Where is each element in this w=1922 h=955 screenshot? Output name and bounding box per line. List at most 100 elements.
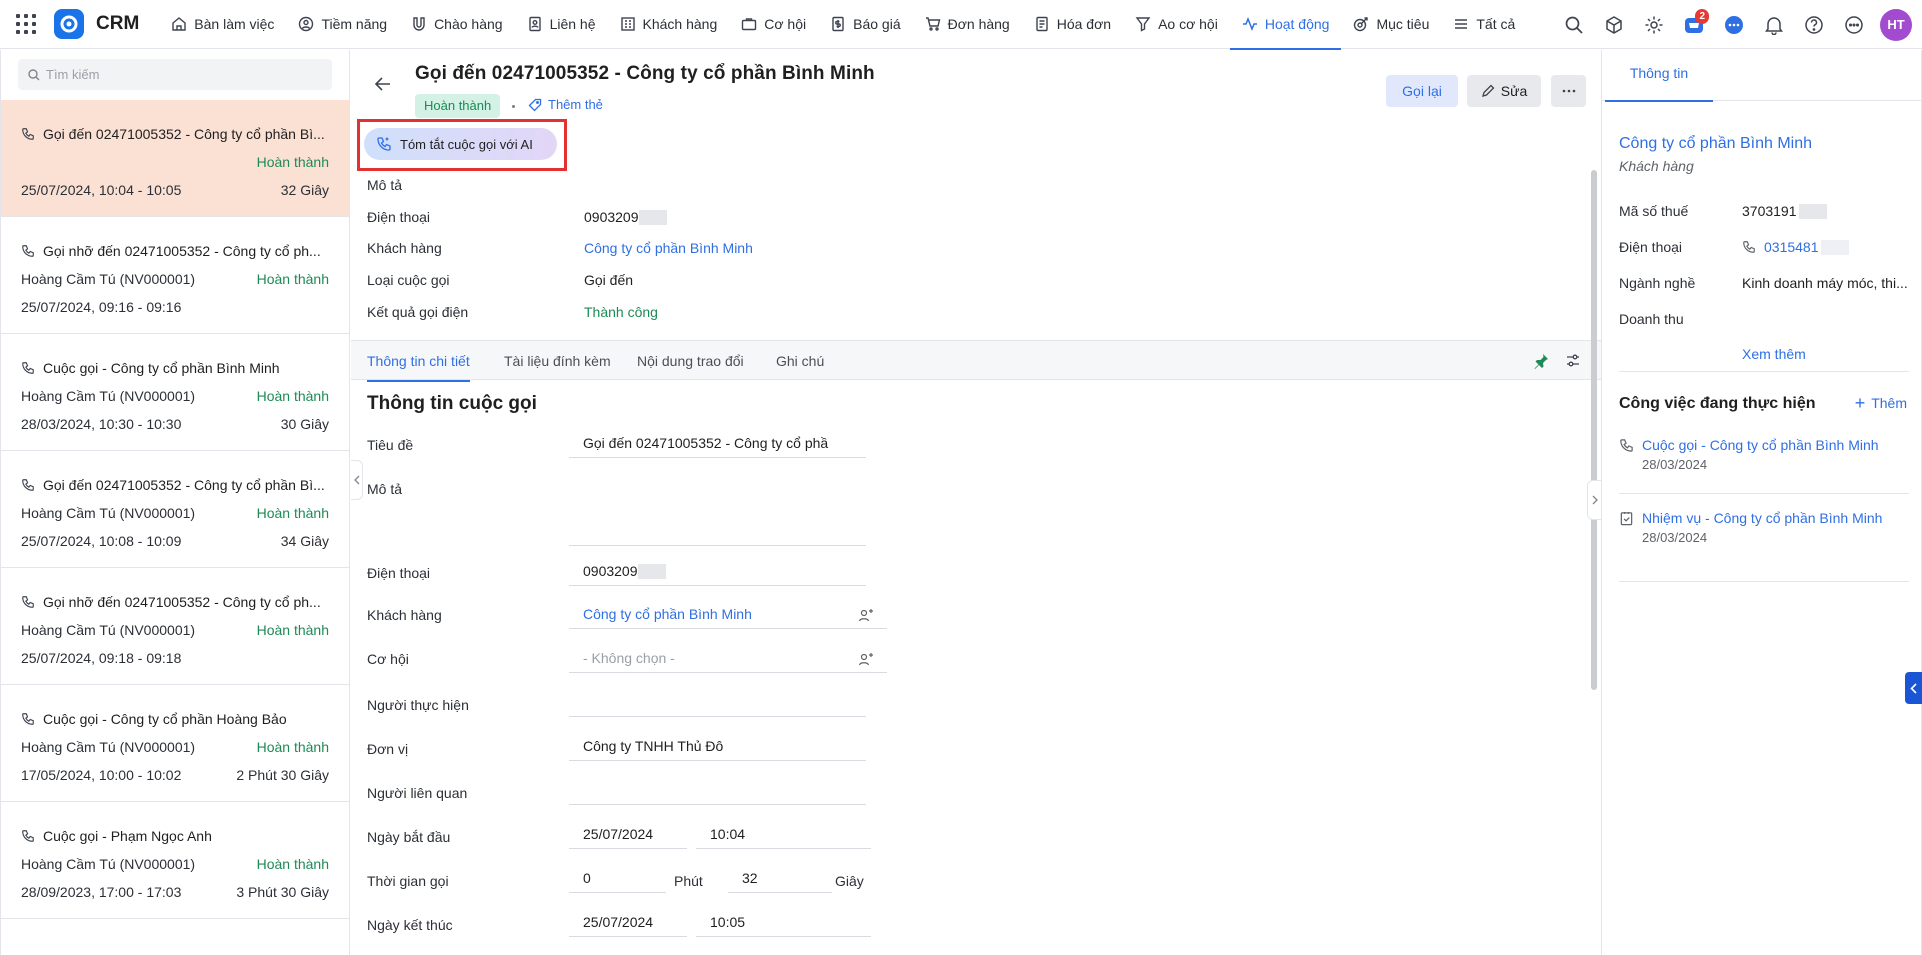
nav-item-all[interactable]: Tất cả [1441, 0, 1527, 49]
tab-info[interactable]: Thông tin [1605, 50, 1713, 102]
ai-summary-button[interactable]: Tóm tắt cuộc gọi với AI [364, 128, 557, 160]
add-task-button[interactable]: + Thêm [1855, 394, 1907, 412]
list-item[interactable]: Cuộc gọi - Phạm Ngọc Anh Hoàng Cầm Tú (NV… [1, 802, 349, 919]
person-pick-icon[interactable] [858, 652, 874, 671]
crm-logo-icon[interactable] [54, 9, 84, 39]
nav-item-orders[interactable]: Đơn hàng [913, 0, 1022, 49]
tab-conversation[interactable]: Nội dung trao đổi [637, 341, 744, 381]
list-item-date: 17/05/2024, 10:00 - 10:02 [21, 767, 182, 783]
company-link[interactable]: Công ty cổ phần Bình Minh [1619, 135, 1812, 153]
phone-field[interactable]: 0903209 [569, 556, 866, 586]
nav-item-contacts[interactable]: Liên hệ [515, 0, 608, 49]
nav-item-quotes[interactable]: Báo giá [818, 0, 912, 49]
tab-details[interactable]: Thông tin chi tiết [367, 341, 470, 382]
customer-field[interactable]: Công ty cổ phần Bình Minh [569, 599, 887, 629]
task-title[interactable]: Cuộc gọi - Công ty cổ phần Bình Minh [1642, 437, 1879, 453]
add-tag-link[interactable]: Thêm thẻ [528, 97, 603, 112]
end-date-field[interactable]: 25/07/2024 [569, 907, 687, 937]
list-item-status: Hoàn thành [256, 739, 329, 755]
list-item-duration: 3 Phút 30 Giây [236, 884, 329, 900]
seconds-field[interactable]: 32 [728, 863, 832, 893]
list-item-status: Hoàn thành [256, 856, 329, 872]
list-item[interactable]: Gọi đến 02471005352 - Công ty cổ phần Bì… [1, 451, 349, 568]
summary-customer-link[interactable]: Công ty cổ phần Bình Minh [584, 240, 753, 256]
nav-item-customers[interactable]: Khách hàng [608, 0, 730, 49]
assignee-field[interactable] [569, 687, 866, 717]
start-date-field[interactable]: 25/07/2024 [569, 819, 687, 849]
industry-label: Ngành nghề [1619, 275, 1696, 291]
expand-panel-button[interactable] [1905, 672, 1922, 704]
list-item-date: 28/09/2023, 17:00 - 17:03 [21, 884, 182, 900]
list-item[interactable]: Gọi đến 02471005352 - Công ty cổ phần Bì… [1, 100, 349, 217]
task-title[interactable]: Nhiệm vụ - Công ty cổ phần Bình Minh [1642, 510, 1882, 526]
pin-icon[interactable] [1533, 353, 1549, 372]
collapse-left-button[interactable] [351, 460, 363, 500]
search-box[interactable] [18, 59, 332, 90]
contact-icon [528, 16, 541, 32]
avatar[interactable]: HT [1880, 8, 1912, 41]
nav-item-workspace[interactable]: Bàn làm việc [159, 0, 286, 49]
edit-button[interactable]: Sửa [1467, 75, 1541, 107]
cart-store-icon[interactable]: 2 [1674, 5, 1714, 45]
nav-item-offers[interactable]: Chào hàng [399, 0, 515, 49]
list-item-title: Gọi nhỡ đến 02471005352 - Công ty cổ ph.… [21, 243, 333, 259]
tab-attachments[interactable]: Tài liệu đính kèm [504, 341, 611, 381]
phone-icon [22, 479, 34, 491]
search-input[interactable] [46, 67, 326, 82]
task-icon [1620, 511, 1633, 526]
nav-item-invoices[interactable]: Hóa đơn [1022, 0, 1123, 49]
help-icon[interactable] [1794, 5, 1834, 45]
nav-item-opportunities[interactable]: Cơ hội [729, 0, 818, 49]
phone-icon [22, 362, 34, 374]
apps-grid-icon[interactable] [14, 12, 38, 36]
opportunity-field[interactable]: - Không chọn - [569, 643, 887, 673]
end-time-field[interactable]: 10:05 [696, 907, 871, 937]
list-item[interactable]: Gọi nhỡ đến 02471005352 - Công ty cổ ph.… [1, 217, 349, 334]
nav-item-leads[interactable]: Tiềm năng [286, 0, 399, 49]
list-item-owner: Hoàng Cầm Tú (NV000001) [21, 388, 196, 404]
ellipsis-icon [1562, 89, 1575, 93]
search-icon[interactable] [1554, 5, 1594, 45]
chat-icon[interactable] [1714, 5, 1754, 45]
chevron-right-icon [1592, 495, 1598, 505]
summary-type-label: Loại cuộc gọi [367, 272, 450, 288]
summary-phone-label: Điện thoại [367, 209, 431, 225]
subject-field[interactable]: Gọi đến 02471005352 - Công ty cổ phầ [569, 428, 866, 458]
scrollbar[interactable] [1591, 170, 1597, 690]
list-item-status: Hoàn thành [256, 154, 329, 170]
list-item[interactable]: Gọi nhỡ đến 02471005352 - Công ty cổ ph.… [1, 568, 349, 685]
list-item-status: Hoàn thành [256, 271, 329, 287]
bell-icon[interactable] [1754, 5, 1794, 45]
back-arrow-icon[interactable] [373, 74, 393, 97]
adjust-columns-icon[interactable] [1565, 353, 1581, 372]
related-field[interactable] [569, 775, 866, 805]
nav-item-goals[interactable]: Mục tiêu [1341, 0, 1441, 49]
task-item[interactable]: Nhiệm vụ - Công ty cổ phần Bình Minh 28/0… [1619, 510, 1882, 545]
list-item[interactable]: Cuộc gọi - Công ty cổ phần Hoàng Bảo Hoàn… [1, 685, 349, 802]
desc-field[interactable] [569, 472, 866, 546]
person-pick-icon[interactable] [858, 608, 874, 627]
see-more-link[interactable]: Xem thêm [1742, 346, 1806, 362]
more-options-button[interactable] [1551, 75, 1586, 107]
start-time-field[interactable]: 10:04 [696, 819, 871, 849]
task-item[interactable]: Cuộc gọi - Công ty cổ phần Bình Minh 28/0… [1619, 437, 1879, 472]
minutes-field[interactable]: 0 [569, 863, 666, 893]
chevron-left-icon [353, 475, 359, 485]
more-apps-icon[interactable] [1834, 5, 1874, 45]
assignee-label: Người thực hiện [367, 697, 469, 713]
divider [1619, 371, 1909, 372]
gear-icon[interactable] [1634, 5, 1674, 45]
nav-item-activities[interactable]: Hoạt động [1229, 0, 1342, 50]
collapse-right-button[interactable] [1587, 480, 1601, 520]
callback-button[interactable]: Gọi lại [1386, 75, 1458, 107]
tasks-title: Công việc đang thực hiện [1619, 395, 1816, 412]
phone-value[interactable]: 0315481 [1742, 239, 1849, 255]
masked-digits [638, 210, 667, 225]
package-icon[interactable] [1594, 5, 1634, 45]
nav-item-opportunity-pool[interactable]: Ao cơ hội [1123, 0, 1230, 49]
app-name[interactable]: CRM [96, 13, 139, 35]
list-item[interactable]: Cuộc gọi - Công ty cổ phần Bình Minh Hoàn… [1, 334, 349, 451]
unit-field[interactable]: Công ty TNHH Thủ Đô [569, 731, 866, 761]
phone-icon [22, 596, 34, 608]
tab-notes[interactable]: Ghi chú [776, 341, 824, 381]
